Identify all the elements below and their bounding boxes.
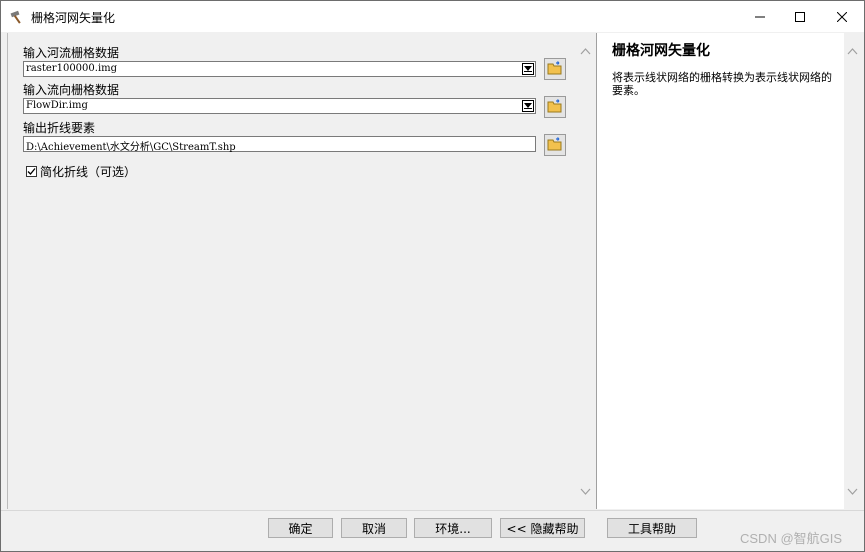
watermark: CSDN @智航GIS: [740, 531, 843, 546]
scroll-up-icon[interactable]: [847, 45, 858, 55]
ok-button[interactable]: 确定: [268, 518, 333, 538]
help-title: 栅格河网矢量化: [612, 43, 710, 59]
title-bar[interactable]: 栅格河网矢量化: [1, 1, 864, 32]
scroll-down-icon[interactable]: [580, 485, 591, 495]
scroll-up-icon[interactable]: [580, 45, 591, 55]
scroll-down-icon[interactable]: [847, 485, 858, 495]
simplify-option[interactable]: 简化折线（可选）: [26, 164, 136, 179]
chevron-down-icon[interactable]: [522, 63, 534, 75]
output-field[interactable]: D:\Achievement\水文分析\GC\StreamT.shp: [23, 136, 536, 153]
minimize-button[interactable]: [738, 1, 782, 32]
browse-flow-dir-button[interactable]: [544, 96, 566, 118]
environments-button[interactable]: 环境...: [414, 518, 492, 538]
open-folder-icon: [547, 98, 563, 116]
help-description: 将表示线状网络的栅格转换为表示线状网络的要素。: [612, 71, 832, 97]
simplify-checkbox[interactable]: [26, 166, 37, 177]
flow-dir-combo[interactable]: FlowDir.img: [23, 98, 536, 114]
hammer-icon: [9, 9, 25, 25]
window-title: 栅格河网矢量化: [31, 11, 116, 25]
help-pane: 栅格河网矢量化 将表示线状网络的栅格转换为表示线状网络的要素。: [596, 33, 845, 509]
output-label: 输出折线要素: [23, 121, 96, 135]
chevron-down-icon[interactable]: [522, 100, 534, 112]
stream-raster-value: raster100000.img: [26, 63, 118, 74]
maximize-button[interactable]: [778, 1, 822, 32]
flow-dir-value: FlowDir.img: [26, 100, 88, 111]
hide-help-button[interactable]: << 隐藏帮助: [500, 518, 585, 538]
help-scrollbar[interactable]: [844, 33, 861, 509]
cancel-button[interactable]: 取消: [341, 518, 407, 538]
tool-help-button[interactable]: 工具帮助: [607, 518, 697, 538]
open-folder-icon: [547, 60, 563, 78]
simplify-label: 简化折线（可选）: [40, 165, 137, 179]
browse-output-button[interactable]: [544, 134, 566, 156]
flow-dir-label: 输入流向栅格数据: [23, 83, 120, 97]
parameters-scrollbar[interactable]: [577, 33, 594, 509]
browse-stream-raster-button[interactable]: [544, 58, 566, 80]
button-bar-divider: [1, 510, 864, 511]
open-folder-icon: [547, 136, 563, 154]
close-button[interactable]: [820, 1, 864, 32]
stream-raster-label: 输入河流栅格数据: [23, 46, 120, 60]
stream-raster-combo[interactable]: raster100000.img: [23, 61, 536, 77]
tool-dialog: 栅格河网矢量化 输入河流栅格数据 raster100000.img 输入流向栅格…: [0, 0, 865, 552]
output-value: D:\Achievement\水文分析\GC\StreamT.shp: [26, 142, 236, 153]
